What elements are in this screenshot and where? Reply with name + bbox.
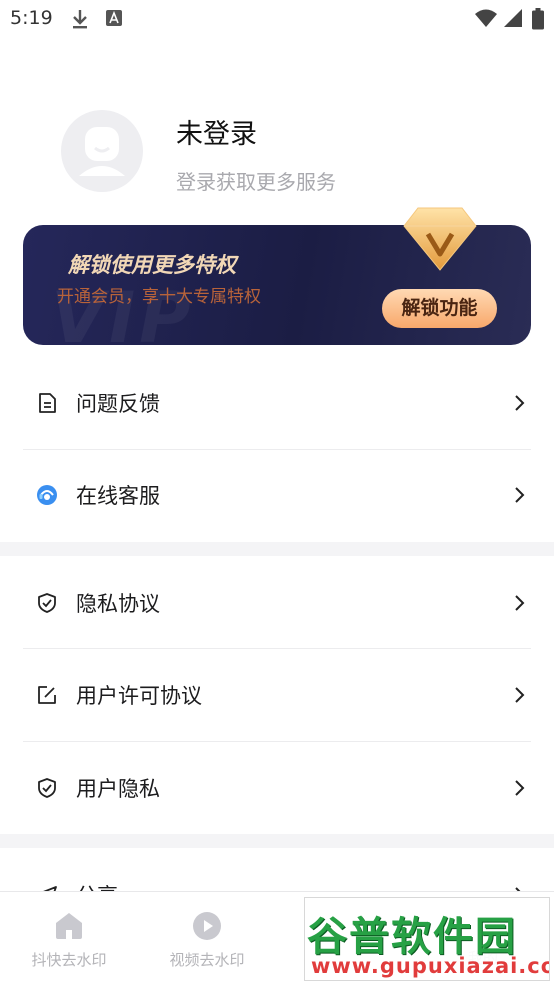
menu-item-privacy-agreement[interactable]: 隐私协议 (23, 557, 531, 649)
vip-subtitle: 开通会员，享十大专属特权 (57, 287, 261, 307)
chevron-right-icon (515, 687, 525, 703)
chevron-right-icon (515, 395, 525, 411)
download-icon (73, 10, 87, 29)
shield-check-icon (38, 778, 56, 798)
chevron-right-icon (515, 595, 525, 611)
menu-label: 问题反馈 (76, 392, 160, 416)
home-icon (56, 913, 82, 939)
nav-item-watermark-remover[interactable]: 抖快去水印 (0, 892, 138, 984)
chevron-right-icon (515, 487, 525, 503)
unlock-button[interactable]: 解锁功能 (382, 289, 497, 328)
profile-subtitle: 登录获取更多服务 (176, 170, 336, 194)
nav-label: 抖快去水印 (31, 951, 107, 969)
logo-url: www.gupuxiazai.com (311, 954, 549, 978)
menu-item-user-privacy[interactable]: 用户隐私 (23, 742, 531, 834)
nav-item-video-watermark[interactable]: 视频去水印 (138, 892, 276, 984)
section-gap (0, 834, 554, 848)
signal-icon (504, 9, 522, 27)
status-time: 5:19 (10, 7, 53, 29)
vip-title: 解锁使用更多特权 (68, 253, 236, 277)
menu-item-online-service[interactable]: 在线客服 (23, 449, 531, 541)
menu-label: 用户许可协议 (76, 684, 202, 708)
play-icon (193, 912, 221, 940)
menu-label: 隐私协议 (76, 592, 160, 616)
avatar[interactable] (61, 110, 143, 192)
font-icon (106, 10, 122, 26)
menu-item-user-license[interactable]: 用户许可协议 (23, 649, 531, 741)
menu-item-feedback[interactable]: 问题反馈 (23, 357, 531, 449)
menu-label: 用户隐私 (76, 777, 160, 801)
chevron-right-icon (515, 780, 525, 796)
edit-icon (38, 686, 56, 704)
wifi-icon (475, 9, 497, 27)
shield-check-icon (38, 593, 56, 613)
nav-label: 视频去水印 (169, 951, 245, 969)
site-watermark-logo: 谷普软件园 www.gupuxiazai.com (304, 897, 550, 981)
profile-name[interactable]: 未登录 (176, 112, 257, 151)
document-icon (39, 393, 56, 413)
menu-label: 在线客服 (76, 484, 160, 508)
customer-service-icon (37, 485, 57, 505)
section-gap (0, 542, 554, 556)
battery-icon (532, 8, 544, 30)
user-icon (79, 127, 125, 176)
status-bar: 5:19 (0, 0, 554, 40)
diamond-icon (403, 207, 477, 271)
